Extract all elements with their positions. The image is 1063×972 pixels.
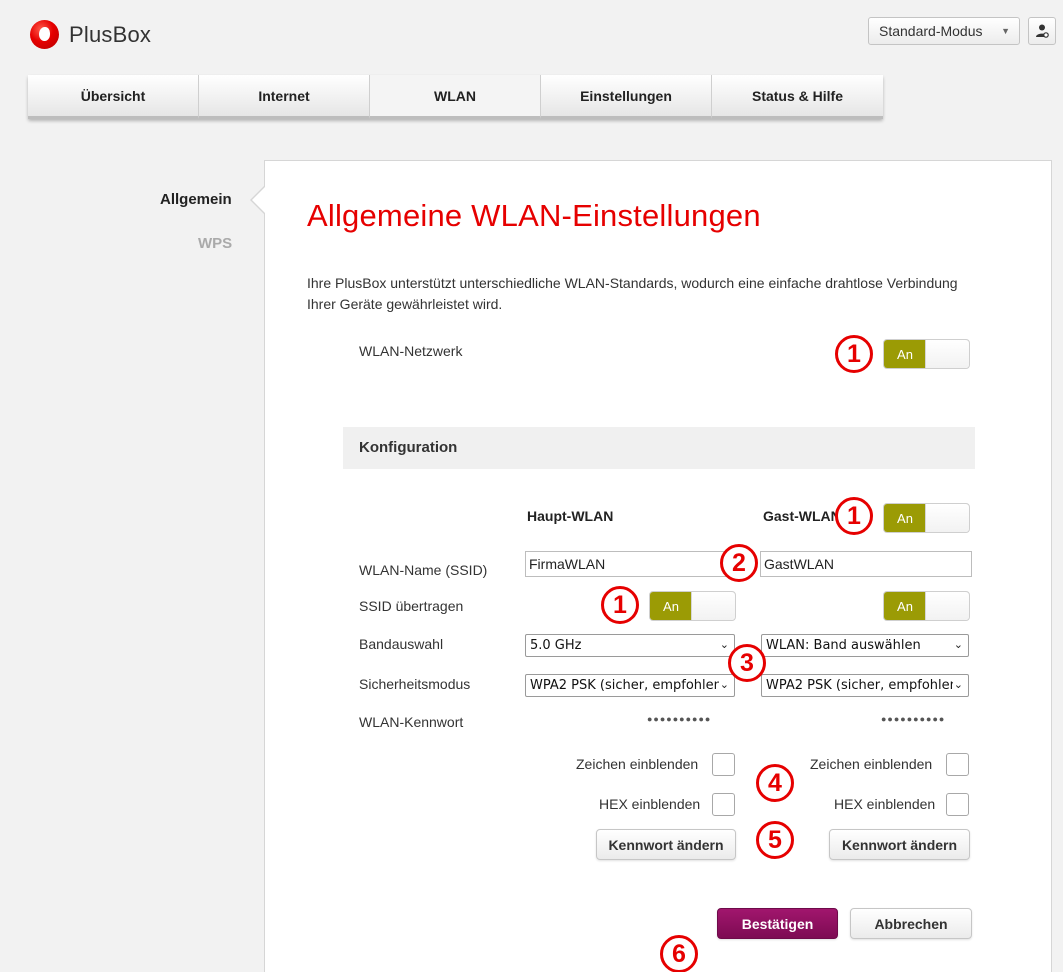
annotation-marker-4: 4: [756, 764, 794, 802]
toggle-knob: [925, 340, 969, 368]
band-label: Bandauswahl: [359, 636, 444, 652]
toggle-on-label: An: [884, 592, 926, 620]
annotation-marker-3: 3: [728, 644, 766, 682]
toggle-on-label: An: [650, 592, 692, 620]
guest-show-chars-checkbox[interactable]: [946, 753, 969, 776]
sidebar-item-wps[interactable]: WPS: [198, 235, 232, 252]
cancel-button[interactable]: Abbrechen: [850, 908, 972, 939]
annotation-marker-5: 5: [756, 821, 794, 859]
password-label: WLAN-Kennwort: [359, 714, 464, 730]
guest-band-select[interactable]: WLAN: Band auswählen ⌄: [761, 634, 969, 657]
guest-ssid-input[interactable]: [760, 551, 972, 577]
guest-wlan-toggle[interactable]: An: [883, 503, 970, 533]
guest-show-chars-label: Zeichen einblenden: [810, 756, 933, 772]
chevron-down-icon: ⌄: [718, 678, 729, 691]
tab-wlan[interactable]: WLAN: [370, 75, 541, 119]
annotation-marker-2: 2: [720, 544, 758, 582]
brand-name: PlusBox: [69, 21, 152, 47]
intro-text: Ihre PlusBox unterstützt unterschiedlich…: [307, 275, 958, 312]
main-show-hex-checkbox[interactable]: [712, 793, 735, 816]
col-header-main: Haupt-WLAN: [527, 508, 614, 524]
panel-notch-inner: [252, 186, 266, 214]
toggle-knob: [925, 504, 969, 532]
main-security-value: WPA2 PSK (sicher, empfohlen): [530, 678, 727, 693]
wlan-network-label: WLAN-Netzwerk: [359, 343, 463, 359]
user-settings-icon: [1036, 24, 1049, 38]
sidebar-item-allgemein[interactable]: Allgemein: [160, 191, 232, 208]
guest-show-hex-checkbox[interactable]: [946, 793, 969, 816]
toggle-knob: [691, 592, 735, 620]
tab-uebersicht[interactable]: Übersicht: [28, 75, 199, 119]
toggle-on-label: An: [884, 504, 926, 532]
main-ssid-broadcast-toggle[interactable]: An: [649, 591, 736, 621]
annotation-marker-6: 6: [660, 935, 698, 972]
guest-security-select[interactable]: WPA2 PSK (sicher, empfohlen) ⌄: [761, 674, 969, 697]
main-band-select[interactable]: 5.0 GHz ⌄: [525, 634, 735, 657]
ssid-label: WLAN-Name (SSID): [359, 562, 488, 578]
guest-band-value: WLAN: Band auswählen: [766, 638, 921, 653]
mode-select[interactable]: Standard-Modus ▼: [868, 17, 1020, 45]
guest-show-hex-label: HEX einblenden: [834, 796, 936, 812]
guest-ssid-broadcast-toggle[interactable]: An: [883, 591, 970, 621]
chevron-down-icon: ▼: [1001, 26, 1010, 36]
config-section-title: Konfiguration: [359, 439, 458, 456]
tab-einstellungen[interactable]: Einstellungen: [541, 75, 712, 119]
tab-internet[interactable]: Internet: [199, 75, 370, 119]
ssid-broadcast-label: SSID übertragen: [359, 598, 464, 614]
main-ssid-input[interactable]: [525, 551, 738, 577]
security-label: Sicherheitsmodus: [359, 676, 471, 692]
chevron-down-icon: ⌄: [719, 638, 729, 651]
annotation-marker-1: 1: [601, 586, 639, 624]
wlan-network-toggle[interactable]: An: [883, 339, 970, 369]
mode-select-value: Standard-Modus: [879, 23, 983, 39]
main-security-select[interactable]: WPA2 PSK (sicher, empfohlen) ⌄: [525, 674, 735, 697]
main-show-chars-label: Zeichen einblenden: [576, 756, 699, 772]
guest-change-password-button[interactable]: Kennwort ändern: [829, 829, 970, 860]
annotation-marker-1: 1: [835, 335, 873, 373]
main-change-password-button[interactable]: Kennwort ändern: [596, 829, 736, 860]
main-show-hex-label: HEX einblenden: [599, 796, 701, 812]
guest-security-value: WPA2 PSK (sicher, empfohlen): [766, 678, 963, 693]
user-settings-button[interactable]: [1028, 17, 1056, 45]
col-header-guest: Gast-WLAN: [763, 508, 841, 524]
confirm-button[interactable]: Bestätigen: [717, 908, 838, 939]
toggle-on-label: An: [884, 340, 926, 368]
chevron-down-icon: ⌄: [952, 678, 963, 691]
page-title: Allgemeine WLAN-Einstellungen: [307, 198, 761, 233]
annotation-marker-1: 1: [835, 497, 873, 535]
main-nav-tabs: Übersicht Internet WLAN Einstellungen St…: [28, 75, 883, 119]
brand-logo: PlusBox: [30, 20, 151, 49]
chevron-down-icon: ⌄: [953, 638, 963, 651]
main-band-value: 5.0 GHz: [530, 638, 582, 653]
main-show-chars-checkbox[interactable]: [712, 753, 735, 776]
guest-password-mask: ●●●●●●●●●●: [881, 714, 946, 724]
toggle-knob: [925, 592, 969, 620]
vodafone-logo-icon: [30, 20, 59, 49]
tab-status-hilfe[interactable]: Status & Hilfe: [712, 75, 883, 119]
main-password-mask: ●●●●●●●●●●: [647, 714, 712, 724]
